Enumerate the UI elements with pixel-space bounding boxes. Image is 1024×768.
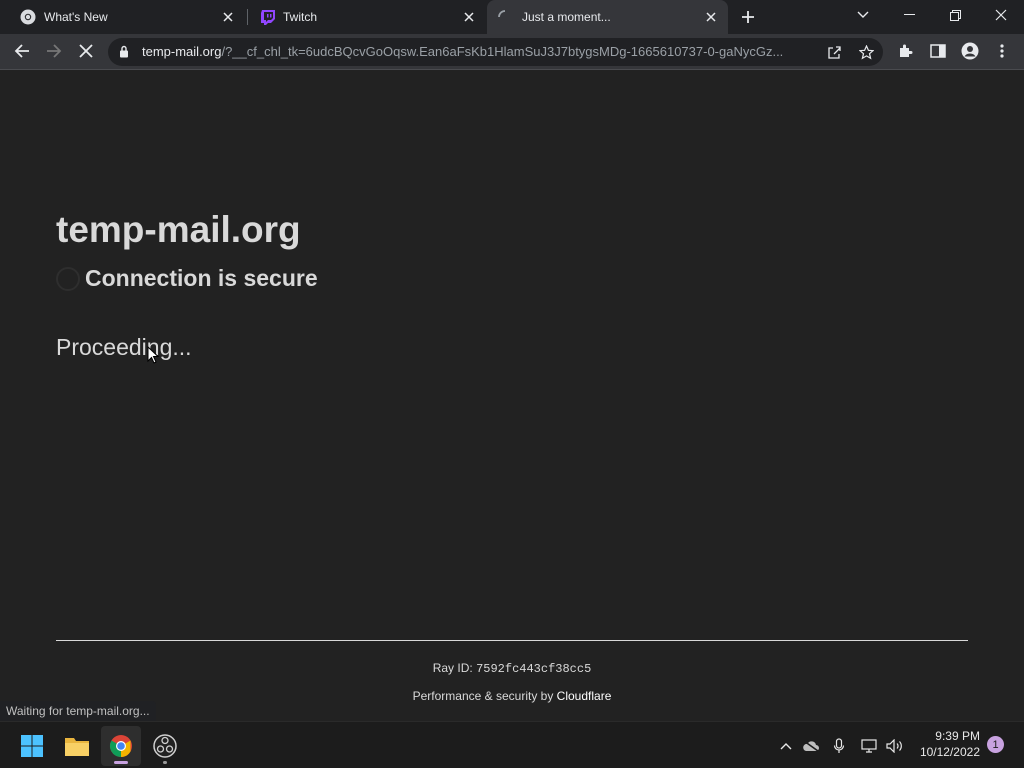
ray-id: Ray ID: 7592fc443cf38cc5 [0,661,1024,676]
proceeding-text: Proceeding... [56,334,192,360]
active-indicator [114,761,128,764]
minimize-button[interactable] [886,0,932,30]
side-panel-icon [930,44,946,58]
url-text[interactable]: temp-mail.org/?__cf_chl_tk=6udcBQcvGoOqs… [142,44,812,59]
forward-button[interactable] [40,37,68,65]
stop-loading-button[interactable] [72,37,100,65]
cloud-offline-icon [803,740,819,752]
chrome-icon [110,735,132,757]
speaker-icon [886,739,902,753]
spinner-icon [56,266,80,291]
close-tab-icon[interactable] [702,8,720,26]
mouse-cursor-icon [147,346,159,364]
ray-label: Ray ID: [432,661,477,675]
network-icon [861,739,877,753]
obs-taskbar-button[interactable] [145,726,185,766]
plus-icon [742,11,754,23]
close-tab-icon[interactable] [460,8,478,26]
restore-button[interactable] [932,0,978,30]
microphone-icon [833,738,845,753]
perf-prefix: Performance & security by [412,689,557,703]
taskbar: 9:39 PM 10/12/2022 1 [0,721,1024,768]
twitch-icon [261,10,275,25]
chrome-icon [20,9,36,25]
tab-just-a-moment[interactable]: Just a moment... [487,0,728,34]
tab-title: Twitch [283,10,318,24]
chevron-down-icon [857,11,869,18]
network-button[interactable] [860,736,880,756]
tab-whats-new[interactable]: What's New [0,0,245,34]
profile-button[interactable] [956,37,984,65]
new-tab-button[interactable] [737,6,759,28]
minimize-icon [903,14,915,15]
start-button[interactable] [12,726,52,766]
clock-date: 10/12/2022 [919,745,980,759]
running-indicator [163,761,167,764]
loading-spinner-icon [498,10,506,18]
onedrive-button[interactable] [801,736,821,756]
tab-search-button[interactable] [840,0,886,30]
secure-text: Connection is secure [85,265,318,291]
url-host: temp-mail.org [142,44,222,59]
windows-start-icon [21,735,43,757]
share-button[interactable] [824,42,844,62]
arrow-left-icon [14,44,29,58]
chrome-taskbar-button[interactable] [101,726,141,766]
side-panel-button[interactable] [924,37,952,65]
footer-divider [56,640,968,641]
cloudflare-link[interactable]: Cloudflare [557,689,612,703]
lock-icon[interactable] [119,45,129,58]
bookmark-button[interactable] [856,42,876,62]
file-explorer-icon [65,738,89,756]
tab-twitch[interactable]: Twitch [248,0,486,34]
stop-icon [79,44,93,58]
page-title: temp-mail.org [56,209,301,250]
menu-button[interactable] [988,37,1016,65]
security-status: Connection is secure [56,265,318,292]
show-hidden-icons-button[interactable] [776,736,796,756]
url-path: /?__cf_chl_tk=6udcBQcvGoOqsw.Ean6aFsKb1H… [221,44,784,59]
share-icon [827,45,841,59]
tab-strip: What's New Twitch Just a moment... [0,0,1024,34]
clock-time: 9:39 PM [935,729,980,743]
obs-icon [153,734,177,758]
puzzle-icon [900,44,913,57]
back-button[interactable] [8,37,36,65]
arrow-right-icon [47,44,62,58]
volume-button[interactable] [885,736,905,756]
ray-id-value: 7592fc443cf38cc5 [476,662,592,676]
clock[interactable]: 9:39 PM 10/12/2022 [912,728,980,760]
status-bubble: Waiting for temp-mail.org... [0,701,156,721]
close-tab-icon[interactable] [219,8,237,26]
notification-badge[interactable]: 1 [987,736,1004,753]
address-bar[interactable]: temp-mail.org/?__cf_chl_tk=6udcBQcvGoOqs… [108,38,883,66]
tab-title: Just a moment... [522,10,611,24]
kebab-menu-icon [1000,44,1004,58]
tab-title: What's New [44,10,108,24]
file-explorer-button[interactable] [57,726,97,766]
extensions-button[interactable] [892,37,920,65]
restore-icon [949,9,961,21]
chevron-up-icon [780,743,792,750]
close-window-button[interactable] [978,0,1024,30]
page-content: temp-mail.org Connection is secure Proce… [0,71,1024,721]
avatar-icon [961,42,979,60]
close-icon [995,9,1007,21]
star-icon [858,44,874,60]
microphone-button[interactable] [829,736,849,756]
browser-toolbar: temp-mail.org/?__cf_chl_tk=6udcBQcvGoOqs… [0,34,1024,70]
